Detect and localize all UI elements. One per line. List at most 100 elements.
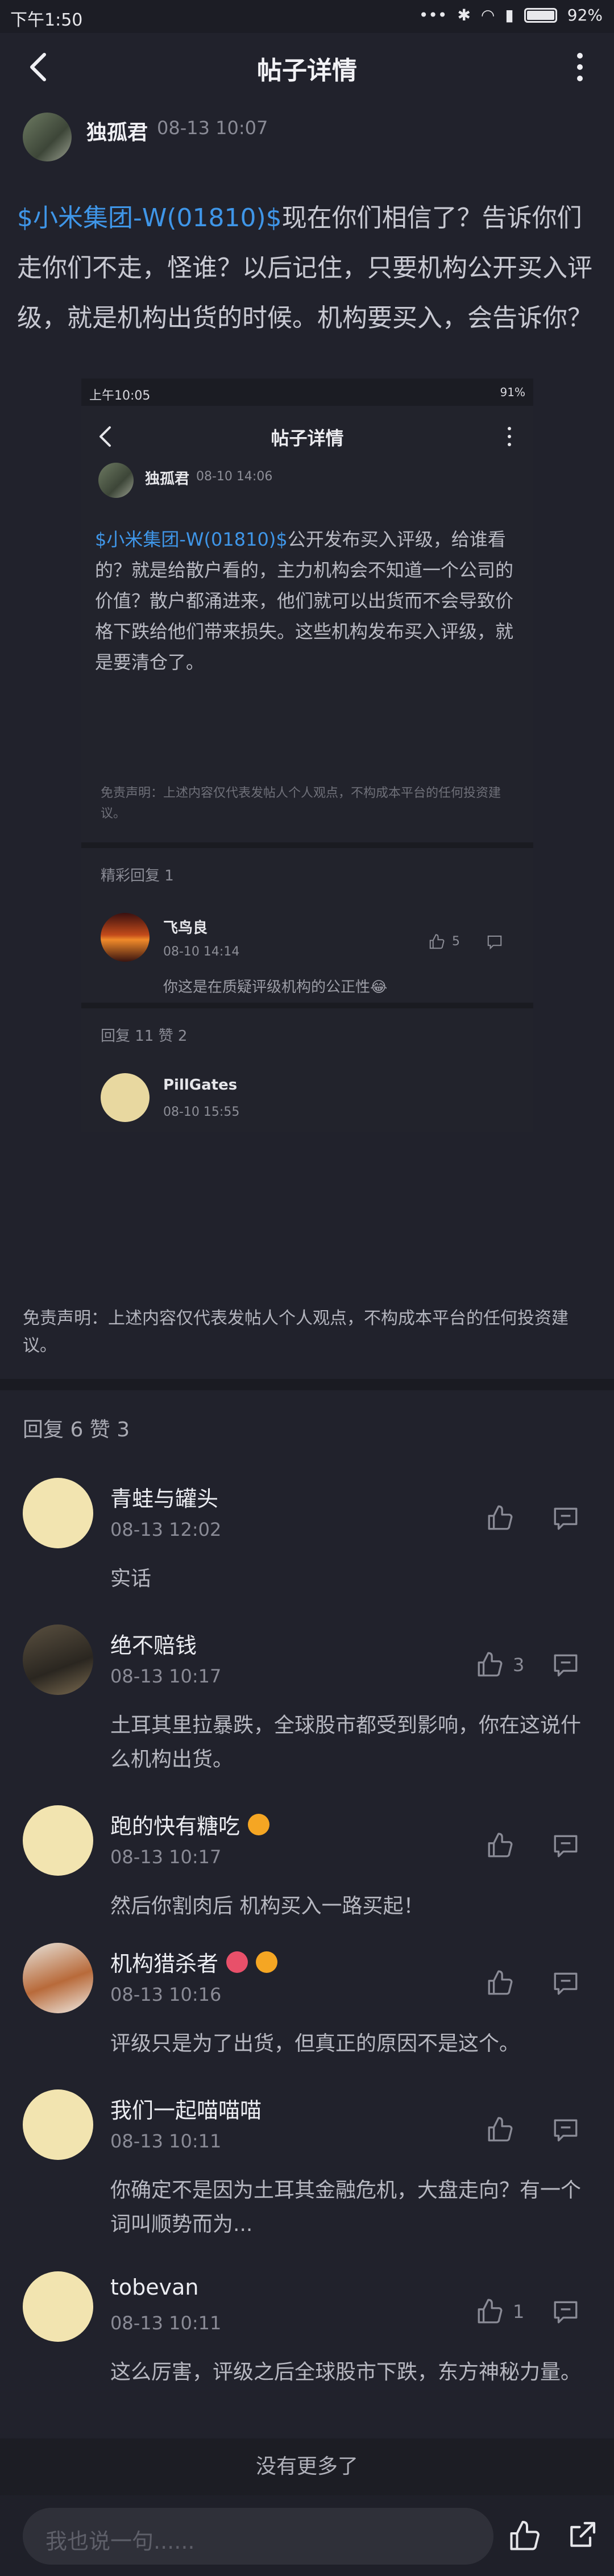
comment-avatar[interactable] <box>23 1624 93 1695</box>
star-badge-icon <box>248 1813 270 1835</box>
embedded-title: 帖子详情 <box>271 427 344 449</box>
embedded-post-time: 08-10 14:06 <box>196 470 273 484</box>
comment-input[interactable]: 我也说一句...... <box>23 2508 493 2565</box>
comment-time: 08-13 10:17 <box>110 1846 222 1868</box>
star-badge-icon <box>256 1951 278 1973</box>
comment-text: 土耳其里拉暴跌，全球股市都受到影响，你在这说什么机构出货。 <box>110 1714 582 1771</box>
comment-avatar[interactable] <box>23 1943 93 2013</box>
comment-reply-icon[interactable] <box>551 1651 580 1679</box>
bottom-bar: 我也说一句...... <box>0 2495 614 2576</box>
comment-text: 然后你割肉后 机构买入一路买起！ <box>110 1894 424 1918</box>
comment-reply-icon[interactable] <box>551 1831 580 1860</box>
comment-input-placeholder: 我也说一句...... <box>45 2529 195 2554</box>
comment-like-count: 3 <box>513 1654 525 1676</box>
embedded-status-right: 91% <box>500 385 525 399</box>
embedded-disclaimer: 免责声明：上述内容仅代表发帖人个人观点，不构成本平台的任何投资建议。 <box>101 786 501 821</box>
comment-author[interactable]: 我们一起喵喵喵 <box>110 2093 262 2124</box>
author-avatar[interactable] <box>23 113 72 161</box>
comment-author-row[interactable]: 青蛙与罐头 <box>110 1481 218 1513</box>
stock-link[interactable]: $小米集团-W(01810)$ <box>17 203 282 232</box>
embedded-reply2-name: PillGates <box>163 1077 238 1094</box>
embedded-stock-link: $小米集团-W(01810)$ <box>95 529 288 550</box>
comment-like-icon[interactable] <box>486 1504 514 1532</box>
comment-author-row[interactable]: 绝不赔钱 <box>110 1628 197 1659</box>
comment-text: 评级只是为了出货，但真正的原因不是这个。 <box>110 2032 520 2055</box>
comment-avatar[interactable] <box>23 2089 93 2160</box>
like-icon[interactable] <box>507 2519 541 2553</box>
dots-icon: ••• <box>418 6 447 24</box>
comment-avatar[interactable] <box>23 2271 93 2342</box>
comment-avatar[interactable] <box>23 1478 93 1548</box>
post-stats: 回复 6 赞 3 <box>23 1418 130 1441</box>
comment-reply-icon[interactable] <box>551 2297 580 2326</box>
comment-text: 实话 <box>110 1567 152 1590</box>
comment-author[interactable]: 跑的快有糖吃 <box>110 1809 240 1840</box>
embedded-author-name: 独孤君 <box>145 471 190 488</box>
no-more-label: 没有更多了 <box>0 2438 614 2495</box>
comment-text: 这么厉害，评级之后全球股市下跌，东方神秘力量。 <box>110 2361 582 2384</box>
embedded-body: $小米集团-W(01810)$公开发布买入评级，给谁看的？就是给散户看的，主力机… <box>95 524 527 678</box>
embedded-screenshot[interactable]: 上午10:05 91% 帖子详情 独孤君 08-10 14:06 $小米集团-W… <box>81 379 533 1132</box>
comment-like-icon[interactable] <box>475 1651 504 1679</box>
embedded-reply-text: 你这是在质疑评级机构的公正性😂 <box>163 979 388 996</box>
post-time: 08-13 10:07 <box>157 117 268 139</box>
comment-time: 08-13 10:17 <box>110 1665 222 1687</box>
wifi-icon: ◠ <box>480 6 495 24</box>
comment-author[interactable]: 青蛙与罐头 <box>110 1481 218 1513</box>
embedded-post-text: 公开发布买入评级，给谁看的？就是给散户看的，主力机构会不知道一个公司的价值？散户… <box>95 529 514 673</box>
comment-author[interactable]: 机构猎杀者 <box>110 1946 218 1977</box>
embedded-reply2-time: 08-10 15:55 <box>163 1105 240 1119</box>
status-icons: ••• ✱ ◠ ▮ 92% <box>419 6 603 24</box>
embedded-reply-time: 08-10 14:14 <box>163 945 240 959</box>
embedded-reply-avatar <box>101 913 150 962</box>
status-time: 下午1:50 <box>10 10 83 30</box>
comment-like-icon[interactable] <box>486 1831 514 1860</box>
comment-author-row[interactable]: tobevan <box>110 2275 199 2300</box>
page-title: 帖子详情 <box>257 56 357 85</box>
comment-text: 你确定不是因为土耳其金融危机，大盘走向？有一个词叫顺势而为... <box>110 2179 582 2236</box>
embedded-reply-name: 飞鸟良 <box>163 920 208 937</box>
comment-reply-icon[interactable] <box>551 1969 580 1997</box>
embedded-divider <box>81 842 533 848</box>
comment-author-row[interactable]: 机构猎杀者 <box>110 1946 278 1977</box>
crown-badge-icon <box>226 1951 248 1973</box>
comment-like-icon[interactable] <box>475 2297 504 2326</box>
share-icon[interactable] <box>566 2519 598 2551</box>
comment-avatar[interactable] <box>23 1805 93 1876</box>
comment-author-row[interactable]: 我们一起喵喵喵 <box>110 2093 262 2124</box>
embedded-stats: 回复 11 赞 2 <box>101 1028 188 1045</box>
embedded-more-icon <box>508 427 511 446</box>
title-bar: 帖子详情 <box>0 33 614 100</box>
comment-reply-icon[interactable] <box>551 2116 580 2144</box>
comment-author-row[interactable]: 跑的快有糖吃 <box>110 1809 270 1840</box>
embedded-status-bar: 上午10:05 91% <box>81 379 533 406</box>
more-vertical-icon[interactable] <box>569 50 591 84</box>
signal-icon: ▮ <box>505 6 514 24</box>
embedded-reply-likes: 5 <box>452 934 460 949</box>
author-name[interactable]: 独孤君 <box>86 116 148 146</box>
comment-author[interactable]: tobevan <box>110 2275 199 2300</box>
battery-icon <box>524 7 557 23</box>
section-divider <box>0 1379 614 1390</box>
embedded-status-time: 上午10:05 <box>89 389 151 403</box>
battery-level: 92% <box>567 6 603 24</box>
bluetooth-icon: ✱ <box>457 6 471 24</box>
embedded-divider-2 <box>81 1003 533 1008</box>
comment-time: 08-13 10:11 <box>110 2130 222 2152</box>
disclaimer: 免责声明：上述内容仅代表发帖人个人观点，不构成本平台的任何投资建议。 <box>23 1308 569 1356</box>
embedded-reply2-avatar <box>101 1073 150 1122</box>
comment-time: 08-13 12:02 <box>110 1519 222 1540</box>
comment-author[interactable]: 绝不赔钱 <box>110 1628 197 1659</box>
status-bar: 下午1:50 ••• ✱ ◠ ▮ 92% <box>0 0 614 33</box>
comment-like-icon[interactable] <box>486 2116 514 2144</box>
comment-like-icon[interactable] <box>486 1969 514 1997</box>
post-body: $小米集团-W(01810)$现在你们相信了？告诉你们走你们不走，怪谁？以后记住… <box>17 193 597 343</box>
comment-reply-icon[interactable] <box>551 1504 580 1532</box>
embedded-highlight-label: 精彩回复 1 <box>101 867 174 884</box>
comment-time: 08-13 10:11 <box>110 2312 222 2334</box>
embedded-like-icon <box>429 934 445 949</box>
comment-time: 08-13 10:16 <box>110 1984 222 2005</box>
embedded-author-avatar <box>98 463 134 498</box>
embedded-comment-icon <box>487 936 502 950</box>
comment-like-count: 1 <box>513 2301 525 2322</box>
